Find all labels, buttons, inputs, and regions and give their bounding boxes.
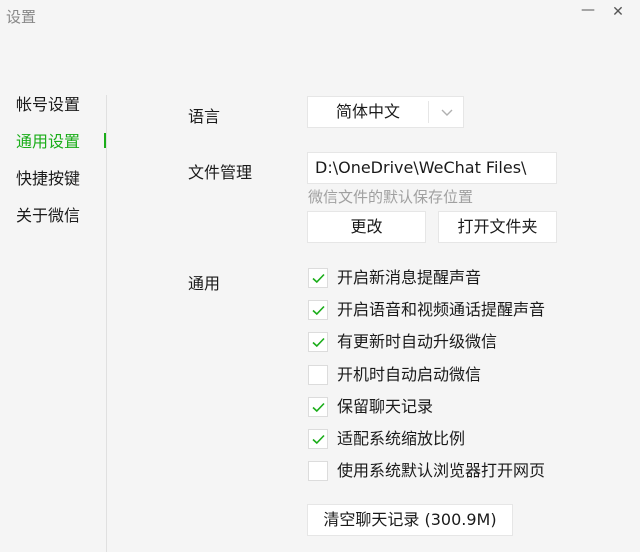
sidebar: 帐号设置 通用设置 快捷按键 关于微信 xyxy=(0,86,106,234)
window-title: 设置 xyxy=(6,8,37,26)
file-management-label: 文件管理 xyxy=(188,163,253,182)
checkbox[interactable] xyxy=(308,461,328,481)
option-label: 开机时自动启动微信 xyxy=(337,365,482,384)
option-label: 开启新消息提醒声音 xyxy=(337,268,482,287)
language-label: 语言 xyxy=(188,107,221,126)
open-folder-button[interactable]: 打开文件夹 xyxy=(438,211,557,243)
minimize-button[interactable]: — xyxy=(578,2,598,18)
chevron-down-icon[interactable] xyxy=(438,103,456,121)
option-label: 有更新时自动升级微信 xyxy=(337,332,498,351)
general-label: 通用 xyxy=(188,274,221,293)
clear-history-button[interactable]: 清空聊天记录 (300.9M) xyxy=(307,504,513,536)
sidebar-item-account[interactable]: 帐号设置 xyxy=(0,86,106,123)
check-icon xyxy=(312,273,325,284)
sidebar-item-general[interactable]: 通用设置 xyxy=(0,123,106,160)
sidebar-item-shortcuts[interactable]: 快捷按键 xyxy=(0,160,106,197)
check-icon xyxy=(312,402,325,413)
check-icon xyxy=(312,337,325,348)
select-separator xyxy=(428,101,429,123)
checkbox[interactable] xyxy=(308,300,328,320)
change-button[interactable]: 更改 xyxy=(307,211,426,243)
language-value: 简体中文 xyxy=(335,102,400,121)
checkbox[interactable] xyxy=(308,365,328,385)
option-label: 开启语音和视频通话提醒声音 xyxy=(337,300,546,319)
option-label: 适配系统缩放比例 xyxy=(337,429,466,448)
sidebar-item-about[interactable]: 关于微信 xyxy=(0,197,106,234)
language-select[interactable]: 简体中文 xyxy=(307,96,464,128)
sidebar-divider xyxy=(106,95,107,552)
checkbox[interactable] xyxy=(308,397,328,417)
check-icon xyxy=(312,434,325,445)
option-label: 保留聊天记录 xyxy=(337,397,434,416)
file-path-hint: 微信文件的默认保存位置 xyxy=(308,188,474,206)
checkbox[interactable] xyxy=(308,332,328,352)
checkbox[interactable] xyxy=(308,268,328,288)
check-icon xyxy=(312,305,325,316)
option-label: 使用系统默认浏览器打开网页 xyxy=(337,461,546,480)
file-path-field[interactable]: D:\OneDrive\WeChat Files\ xyxy=(307,152,557,184)
close-button[interactable]: ✕ xyxy=(608,4,628,20)
checkbox[interactable] xyxy=(308,429,328,449)
